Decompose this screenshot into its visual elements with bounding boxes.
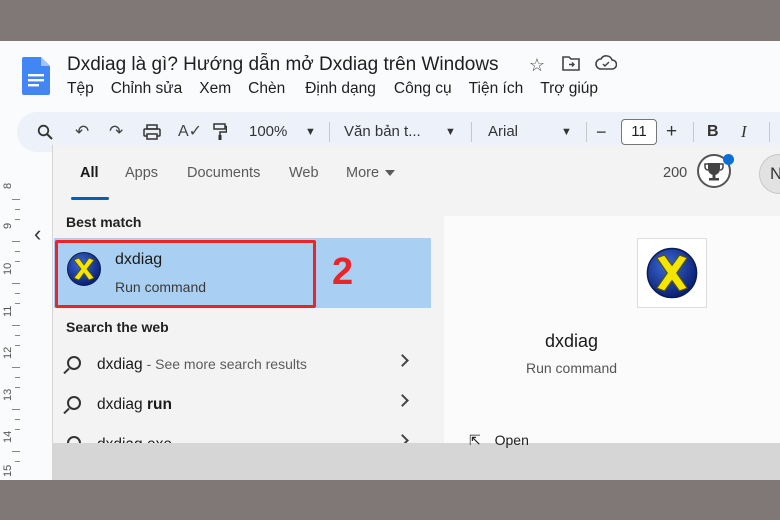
tab-apps[interactable]: Apps: [125, 165, 158, 181]
search-icon: [67, 356, 81, 370]
document-title[interactable]: Dxdiag là gì? Hướng dẫn mở Dxdiag trên W…: [67, 54, 499, 76]
ruler-number: 10: [2, 262, 14, 275]
ruler-number: 12: [2, 346, 14, 359]
preview-icon-frame: [637, 238, 707, 308]
menu-item-tools[interactable]: Công cụ: [394, 80, 452, 98]
web-result-hint: - See more search results: [142, 356, 307, 372]
font-size-input[interactable]: 11: [621, 119, 657, 145]
move-folder-icon[interactable]: [561, 55, 581, 75]
vertical-ruler: 8 9 10 11 12 13 14 15: [0, 181, 20, 480]
best-match-heading: Best match: [66, 214, 142, 230]
web-result-row[interactable]: dxdiag run: [53, 386, 430, 424]
outline-back-arrow-icon[interactable]: ‹: [34, 221, 41, 247]
search-menus-icon[interactable]: [37, 112, 53, 152]
menu-bar: Tệp Chỉnh sửa Xem Chèn Định dạng Công cụ…: [67, 80, 615, 98]
ruler-number: 9: [2, 222, 14, 229]
menu-item-insert[interactable]: Chèn: [248, 80, 285, 98]
menu-item-format[interactable]: Định dạng: [305, 80, 376, 98]
menu-item-help[interactable]: Trợ giúp: [540, 80, 598, 98]
ruler-number: 8: [2, 182, 14, 189]
open-external-icon: ⇱: [469, 432, 481, 448]
tab-all[interactable]: All: [80, 165, 99, 181]
search-icon: [67, 396, 81, 410]
tab-web[interactable]: Web: [289, 165, 319, 181]
caret-down-icon: [385, 170, 396, 177]
tab-documents[interactable]: Documents: [187, 165, 260, 181]
menu-item-edit[interactable]: Chỉnh sửa: [111, 80, 183, 98]
ruler-number: 14: [2, 430, 14, 443]
windows-search-panel: All Apps Documents Web More 200 N Best m…: [52, 145, 780, 480]
chevron-right-icon: [396, 394, 409, 407]
web-result-query: dxdiag: [97, 396, 147, 413]
preview-title: dxdiag: [544, 331, 599, 351]
taskbar-strip: [53, 443, 780, 480]
avatar[interactable]: N: [759, 154, 780, 194]
ruler-number: 13: [2, 388, 14, 401]
menu-item-file[interactable]: Tệp: [67, 80, 94, 98]
tab-more[interactable]: More: [346, 165, 396, 181]
ruler-number: 11: [2, 305, 14, 317]
notification-dot: [723, 154, 734, 165]
directx-icon: [646, 247, 698, 299]
menu-item-extensions[interactable]: Tiện ích: [469, 80, 524, 98]
rewards-points: 200: [663, 165, 688, 181]
search-filter-tabs: All Apps Documents Web More 200 N: [53, 145, 780, 201]
web-result-bold: run: [146, 396, 172, 413]
cloud-saved-icon[interactable]: [595, 55, 618, 75]
open-action[interactable]: ⇱ Open: [469, 432, 529, 449]
star-icon[interactable]: ☆: [527, 55, 547, 75]
step-highlight-box: [55, 240, 316, 308]
google-docs-icon[interactable]: [22, 57, 50, 95]
active-tab-indicator: [71, 197, 109, 200]
search-the-web-heading: Search the web: [66, 319, 169, 335]
web-result-query: dxdiag: [97, 356, 143, 373]
open-label: Open: [494, 432, 529, 448]
chevron-right-icon: [396, 354, 409, 367]
ruler-number: 15: [2, 464, 14, 477]
menu-item-view[interactable]: Xem: [199, 80, 231, 98]
step-number: 2: [332, 251, 354, 293]
web-result-row[interactable]: dxdiag - See more search results: [53, 346, 430, 384]
tab-more-label: More: [346, 165, 380, 181]
preview-subtitle: Run command: [525, 360, 618, 376]
